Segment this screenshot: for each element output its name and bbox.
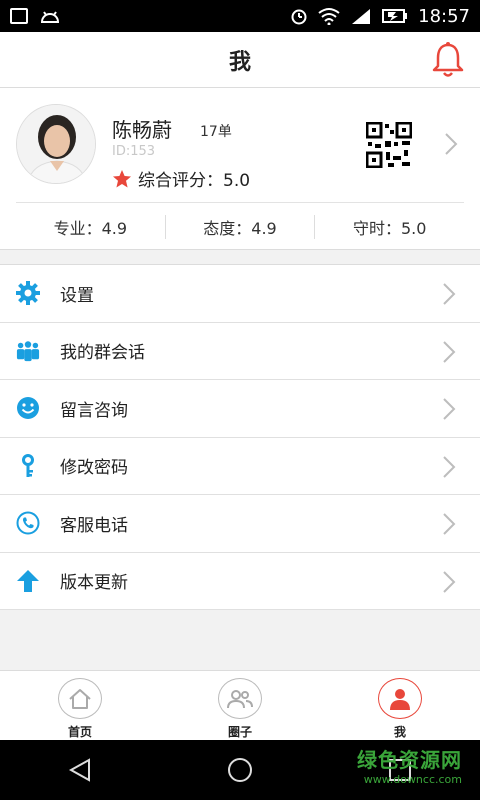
- avatar[interactable]: [16, 104, 96, 184]
- chevron-right-icon[interactable]: [444, 132, 458, 156]
- wifi-icon: [318, 8, 340, 25]
- tab-label: 我: [393, 725, 406, 739]
- menu-label: 我的群会话: [60, 343, 145, 364]
- status-time: 18:57: [418, 5, 470, 27]
- android-notification-icon: [40, 11, 60, 23]
- menu-label: 留言咨询: [60, 400, 128, 421]
- arrow-up-icon: [16, 569, 40, 593]
- stat-professional: 专业：4.9: [53, 218, 128, 238]
- alarm-icon: [291, 9, 307, 25]
- bell-icon[interactable]: [428, 40, 468, 80]
- menu-label: 修改密码: [60, 458, 128, 479]
- gear-icon: [16, 281, 40, 306]
- star-icon: [113, 169, 131, 187]
- signal-icon: [352, 9, 371, 24]
- chevron-right-icon: [443, 398, 456, 420]
- title-bar: 我: [0, 32, 480, 88]
- menu-item-settings[interactable]: 设置: [0, 265, 480, 323]
- profile-card[interactable]: 陈畅蔚 17单 ID:153 综合评分：5.0 专业：4.9 态度：4.9 守时…: [0, 88, 480, 250]
- battery-icon: [382, 9, 408, 23]
- qr-code-icon[interactable]: [366, 122, 412, 168]
- smiley-icon: [16, 396, 40, 420]
- chevron-right-icon: [443, 455, 456, 478]
- menu-item-version-update[interactable]: 版本更新: [0, 553, 480, 610]
- watermark-title: 绿色资源网: [357, 748, 462, 772]
- order-count: 17单: [200, 124, 232, 140]
- status-bar: 18:57: [0, 0, 480, 32]
- stat-attitude: 态度：4.9: [203, 218, 277, 238]
- overall-rating: 综合评分：5.0: [112, 166, 250, 191]
- profile-name: 陈畅蔚: [112, 118, 172, 142]
- watermark-url: www.downcc.com: [363, 773, 462, 786]
- image-notification-icon: [10, 8, 28, 24]
- menu-item-message-consult[interactable]: 留言咨询: [0, 380, 480, 438]
- rating-stats: 专业：4.9 态度：4.9 守时：5.0: [16, 202, 464, 250]
- people-icon: [218, 678, 262, 719]
- tab-label: 首页: [67, 725, 92, 739]
- tab-label: 圈子: [227, 725, 252, 739]
- menu-label: 设置: [60, 285, 94, 306]
- phone-icon: [16, 511, 40, 535]
- page-title: 我: [228, 49, 251, 75]
- stat-punctuality: 守时：5.0: [352, 218, 427, 238]
- menu-item-customer-service[interactable]: 客服电话: [0, 495, 480, 553]
- watermark: 绿色资源网 www.downcc.com: [357, 744, 462, 786]
- tab-circle[interactable]: 圈子: [160, 671, 320, 740]
- group-icon: [16, 339, 40, 363]
- home-icon: [58, 678, 102, 719]
- chevron-right-icon: [443, 513, 456, 535]
- bottom-tab-bar: 首页 圈子 我: [0, 670, 480, 740]
- settings-menu: 设置 我的群会话 留言咨询 修改密码 客服电话 版本更新: [0, 264, 480, 610]
- key-icon: [16, 453, 40, 478]
- tab-me[interactable]: 我: [320, 671, 480, 740]
- menu-label: 客服电话: [60, 515, 128, 536]
- tab-home[interactable]: 首页: [0, 671, 160, 740]
- profile-id: ID:153: [112, 144, 156, 159]
- home-nav-icon[interactable]: [227, 757, 253, 783]
- back-icon[interactable]: [67, 757, 93, 783]
- chevron-right-icon: [443, 283, 456, 305]
- rating-label: 综合评分：5.0: [138, 171, 251, 191]
- menu-item-group-chat[interactable]: 我的群会话: [0, 323, 480, 380]
- menu-label: 版本更新: [60, 573, 128, 594]
- chevron-right-icon: [443, 570, 456, 593]
- person-icon: [378, 678, 422, 719]
- chevron-right-icon: [443, 340, 456, 363]
- menu-item-change-password[interactable]: 修改密码: [0, 438, 480, 495]
